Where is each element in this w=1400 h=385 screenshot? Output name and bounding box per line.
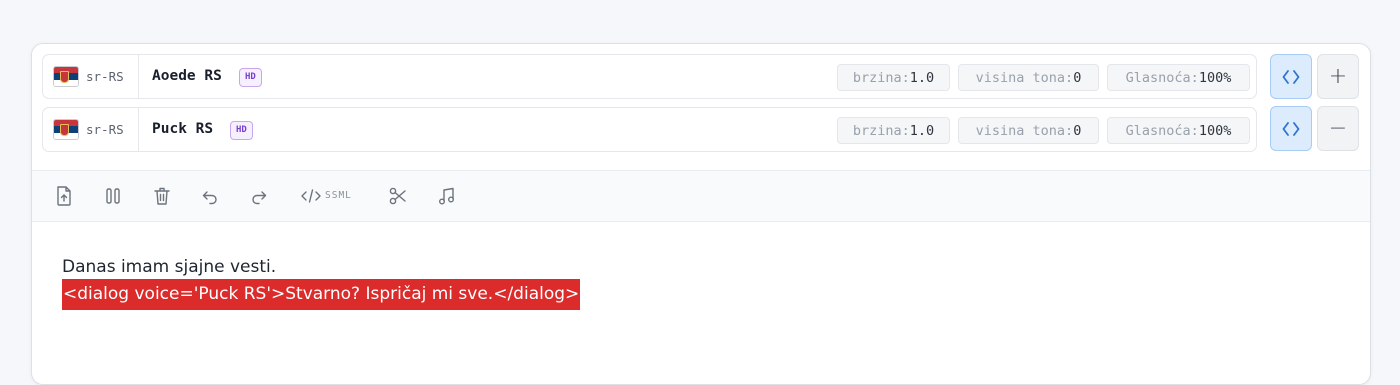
serbia-flag-icon: [53, 119, 79, 140]
trash-icon[interactable]: [152, 185, 172, 207]
editor-toolbar: SSML: [32, 170, 1370, 222]
voice-row[interactable]: sr-RS Puck RS HD brzina:1.0 visina tona:…: [42, 107, 1257, 152]
code-brackets-icon[interactable]: [1270, 54, 1312, 99]
music-note-icon[interactable]: [437, 185, 457, 207]
voice-row[interactable]: sr-RS Aoede RS HD brzina:1.0 visina tona…: [42, 54, 1257, 99]
hd-badge: HD: [239, 68, 262, 87]
redo-icon[interactable]: [249, 185, 269, 207]
tts-editor-card: sr-RS Aoede RS HD brzina:1.0 visina tona…: [31, 43, 1371, 385]
hd-badge: HD: [230, 121, 253, 140]
ssml-label: SSML: [325, 190, 352, 201]
minus-icon: −: [1328, 116, 1348, 141]
language-code: sr-RS: [86, 69, 124, 84]
ssml-code-icon[interactable]: SSML: [300, 185, 360, 207]
code-brackets-icon[interactable]: [1270, 106, 1312, 151]
text-editor[interactable]: Danas imam sjajne vesti. <dialog voice='…: [62, 255, 581, 310]
language-selector[interactable]: sr-RS: [43, 55, 139, 98]
serbia-flag-icon: [53, 66, 79, 87]
upload-file-icon[interactable]: [54, 185, 74, 207]
undo-icon[interactable]: [200, 185, 220, 207]
pause-icon[interactable]: [104, 185, 122, 207]
language-selector[interactable]: sr-RS: [43, 108, 139, 151]
dialog-tag-highlight: <dialog voice='Puck RS'>Stvarno? Ispriča…: [62, 279, 581, 310]
add-voice-button[interactable]: +: [1317, 54, 1359, 99]
speed-param[interactable]: brzina:1.0: [837, 117, 950, 144]
pitch-param[interactable]: visina tona:0: [958, 64, 1099, 91]
volume-param[interactable]: Glasnoća:100%: [1107, 117, 1250, 144]
voice-name: Aoede RS: [152, 68, 222, 84]
voice-name: Puck RS: [152, 121, 214, 137]
plus-icon: +: [1328, 64, 1348, 89]
volume-param[interactable]: Glasnoća:100%: [1107, 64, 1250, 91]
speed-param[interactable]: brzina:1.0: [837, 64, 950, 91]
remove-voice-button[interactable]: −: [1317, 106, 1359, 151]
pitch-param[interactable]: visina tona:0: [958, 117, 1099, 144]
editor-text-line: Danas imam sjajne vesti.: [62, 257, 277, 277]
scissors-icon[interactable]: [388, 185, 408, 207]
language-code: sr-RS: [86, 122, 124, 137]
